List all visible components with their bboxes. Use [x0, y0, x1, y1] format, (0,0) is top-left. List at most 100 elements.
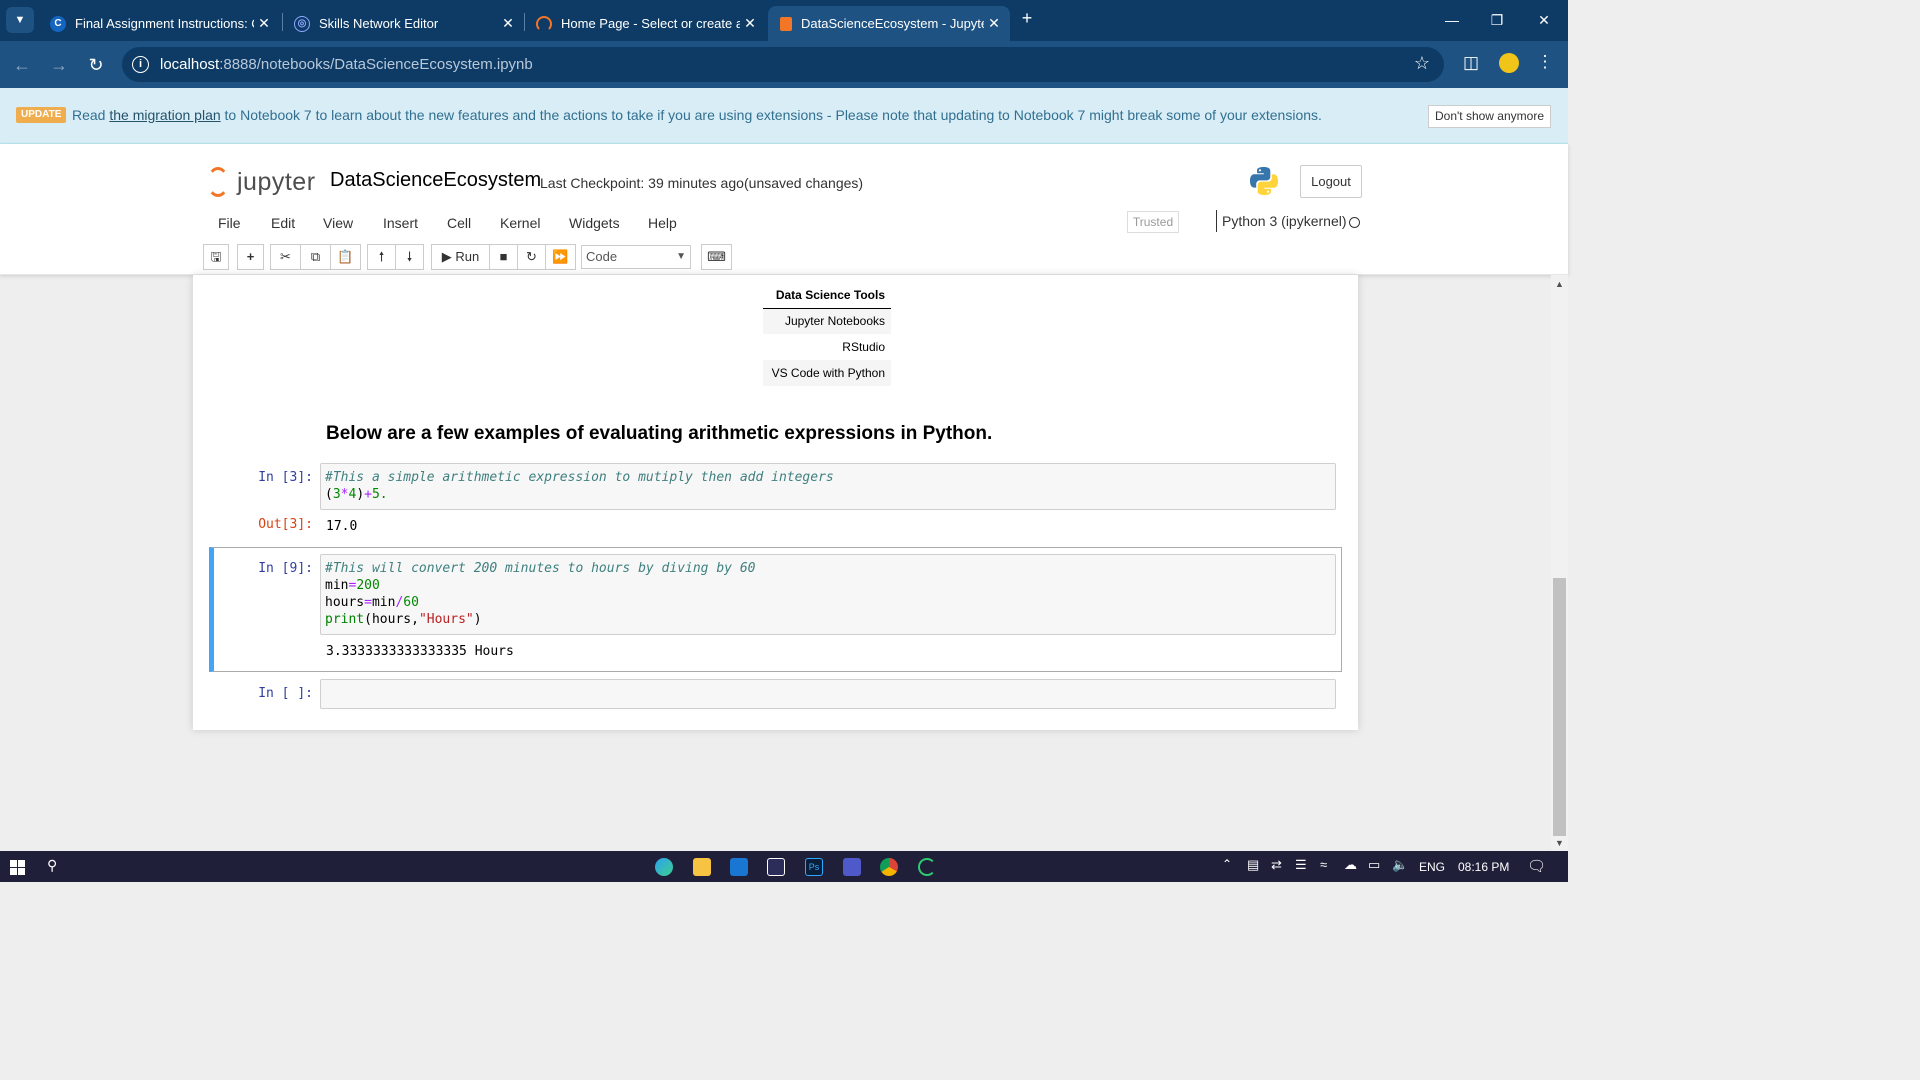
browser-menu-icon[interactable]: ⋮	[1533, 52, 1557, 72]
new-tab-plus-icon[interactable]: +	[1016, 8, 1038, 32]
code-comment: #This will convert 200 minutes to hours …	[325, 561, 756, 576]
notebook-name[interactable]: DataScienceEcosystem	[330, 169, 541, 192]
menu-kernel[interactable]: Kernel	[500, 215, 540, 231]
dont-show-anymore-button[interactable]: Don't show anymore	[1428, 105, 1551, 128]
tab-close-icon[interactable]: ✕	[984, 15, 1004, 32]
windows-start-icon[interactable]	[10, 860, 25, 875]
reload-icon[interactable]: ↻	[84, 53, 108, 77]
code-cell-input[interactable]: #This will convert 200 minutes to hours …	[320, 554, 1336, 635]
browser-tab[interactable]: ◎ Skills Network Editor ✕	[282, 6, 524, 41]
tab-close-icon[interactable]: ✕	[740, 15, 760, 32]
cell-type-select[interactable]: Code ▼	[581, 245, 691, 269]
scrollbar-thumb[interactable]	[1553, 578, 1566, 836]
edge-icon[interactable]	[655, 858, 673, 876]
menu-view[interactable]: View	[323, 215, 353, 231]
notebook-header: jupyter DataScienceEcosystem Last Checkp…	[0, 144, 1568, 275]
tray-meet-icon[interactable]: ▤	[1247, 857, 1259, 873]
input-prompt: In [ ]:	[258, 686, 313, 701]
scroll-down-arrow-icon[interactable]: ▼	[1555, 838, 1564, 848]
table-cell: Jupyter Notebooks	[763, 308, 891, 334]
move-up-arrow-icon[interactable]: 🠕	[367, 244, 396, 270]
migration-plan-link[interactable]: the migration plan	[109, 107, 220, 123]
menu-cell[interactable]: Cell	[447, 215, 471, 231]
tab-close-icon[interactable]: ✕	[254, 15, 274, 32]
teams-icon[interactable]	[843, 858, 861, 876]
interrupt-stop-icon[interactable]: ■	[489, 244, 518, 270]
notifications-icon[interactable]: 🗨	[1527, 857, 1546, 875]
code-cell-input[interactable]: #This a simple arithmetic expression to …	[320, 463, 1336, 510]
bookmark-star-icon[interactable]: ☆	[1414, 53, 1430, 74]
kernel-idle-indicator-icon	[1349, 217, 1360, 228]
jupyter-logo[interactable]: jupyter	[207, 166, 316, 198]
menu-help[interactable]: Help	[648, 215, 677, 231]
app-loading-icon[interactable]	[918, 858, 936, 876]
command-palette-keyboard-icon[interactable]: ⌨	[701, 244, 732, 270]
notebook-favicon-icon	[780, 16, 792, 31]
photoshop-icon[interactable]: Ps	[805, 858, 823, 876]
code-line: print(hours,"Hours")	[325, 612, 482, 627]
input-language[interactable]: ENG	[1419, 860, 1445, 874]
insert-cell-plus-icon[interactable]: +	[237, 244, 264, 270]
search-icon[interactable]: ⚲	[47, 857, 57, 874]
logout-button[interactable]: Logout	[1300, 165, 1362, 198]
side-panel-icon[interactable]: ◫	[1459, 53, 1483, 73]
minimize-icon[interactable]: —	[1430, 8, 1474, 32]
tray-settings-icon[interactable]: ⇄	[1271, 857, 1282, 873]
browser-tab-active[interactable]: DataScienceEcosystem - Jupyte ✕	[768, 6, 1010, 41]
menu-insert[interactable]: Insert	[383, 215, 418, 231]
cell-output: 3.3333333333333335 Hours	[326, 644, 514, 659]
restart-icon[interactable]: ↻	[517, 244, 546, 270]
copy-icon[interactable]: ⧉	[300, 244, 331, 270]
browser-tab[interactable]: Home Page - Select or create a ✕	[524, 6, 766, 41]
code-cell-input-empty[interactable]	[320, 679, 1336, 709]
menu-widgets[interactable]: Widgets	[569, 215, 620, 231]
restart-run-all-icon[interactable]: ⏩	[545, 244, 576, 270]
notepad-icon[interactable]	[767, 858, 785, 876]
tab-title: Skills Network Editor	[319, 16, 439, 31]
network-icon[interactable]: ☁	[1344, 857, 1357, 873]
wifi-icon[interactable]: ≈	[1320, 857, 1327, 872]
volume-icon[interactable]: 🔈	[1392, 857, 1408, 873]
profile-avatar[interactable]	[1499, 53, 1519, 73]
table-cell: VS Code with Python	[763, 360, 891, 386]
menu-file[interactable]: File	[218, 215, 241, 231]
url-text[interactable]: localhost:8888/notebooks/DataScienceEcos…	[160, 56, 533, 73]
markdown-heading: Below are a few examples of evaluating a…	[326, 423, 993, 444]
code-line: (3*4)+5.	[325, 487, 388, 502]
menu-edit[interactable]: Edit	[271, 215, 295, 231]
checkpoint-status: Last Checkpoint: 39 minutes ago	[540, 175, 744, 191]
address-bar: ← → ↻ i localhost:8888/notebooks/DataSci…	[0, 41, 1568, 88]
tab-close-icon[interactable]: ✕	[498, 15, 518, 32]
forward-arrow-icon[interactable]: →	[47, 53, 71, 77]
update-banner: UPDATE Read the migration plan to Notebo…	[0, 88, 1568, 144]
scroll-up-arrow-icon[interactable]: ▲	[1555, 279, 1564, 289]
run-button[interactable]: ▶ Run	[431, 244, 490, 270]
page-scrollbar[interactable]: ▲ ▼	[1551, 275, 1568, 851]
select-chevron-down-icon: ▼	[676, 251, 686, 262]
file-explorer-icon[interactable]	[693, 858, 711, 876]
battery-icon[interactable]: ▭	[1368, 857, 1380, 873]
chrome-icon[interactable]	[880, 858, 898, 876]
trusted-indicator[interactable]: Trusted	[1127, 211, 1179, 233]
window-close-icon[interactable]: ✕	[1522, 8, 1566, 32]
data-science-tools-table: Data Science Tools Jupyter Notebooks RSt…	[763, 283, 891, 386]
move-down-arrow-icon[interactable]: 🠗	[395, 244, 424, 270]
tray-chevron-up-icon[interactable]: ⌃	[1222, 857, 1232, 871]
paste-icon[interactable]: 📋	[330, 244, 361, 270]
input-prompt: In [9]:	[258, 561, 313, 576]
update-badge: UPDATE	[16, 107, 67, 123]
restore-icon[interactable]: ❐	[1475, 8, 1519, 32]
clock-time[interactable]: 08:16 PM	[1458, 860, 1509, 874]
tray-app-icon[interactable]: ☰	[1295, 857, 1307, 873]
tab-search-chevron-icon[interactable]: ▼	[6, 7, 34, 33]
cell-output: 17.0	[326, 519, 358, 534]
back-arrow-icon[interactable]: ←	[10, 53, 34, 77]
run-label: Run	[455, 249, 480, 264]
site-info-icon[interactable]: i	[132, 56, 149, 73]
mail-icon[interactable]	[730, 858, 748, 876]
browser-tab[interactable]: C Final Assignment Instructions: C ✕	[38, 6, 280, 41]
cut-icon[interactable]: ✂	[270, 244, 301, 270]
jupyter-swirl-icon	[207, 167, 229, 197]
url-omnibox[interactable]: i localhost:8888/notebooks/DataScienceEc…	[122, 47, 1444, 82]
save-icon[interactable]: 🖫	[203, 244, 229, 270]
